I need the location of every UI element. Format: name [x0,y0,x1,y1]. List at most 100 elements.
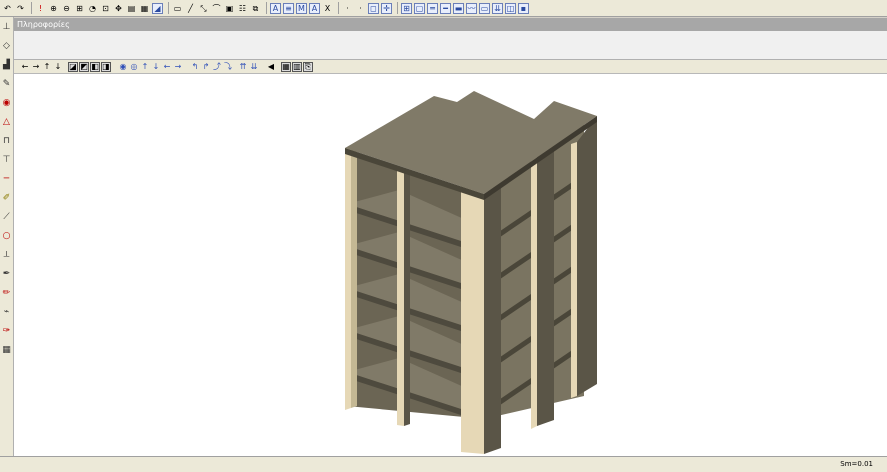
column-left-corner-front [345,146,351,410]
curve-icon[interactable]: 〰 [466,2,477,14]
sort-up-icon[interactable]: ⇈ [238,62,248,72]
column-front-corner-side [484,186,501,454]
column-tool-icon[interactable]: ⊥ [1,19,13,35]
zoom-previous-icon[interactable]: ◔ [87,3,98,14]
toolbar-separator [397,2,398,14]
move-down-icon[interactable]: ↓ [151,62,161,72]
column-front-corner [461,186,484,454]
zoom-window-icon[interactable]: ⊞ [74,3,85,14]
edit-tool-icon[interactable]: ✏ [1,285,13,301]
pencil-tool-icon[interactable]: ✎ [1,76,13,92]
left-toolbar: ⊥ ◇ ▟ ✎ ◉ △ ⊓ ⊤ ─ ✐ ⟋ ○ ⟂ ✒ ✏ ⌁ ✑ ▦ [0,17,14,462]
move-left-icon[interactable]: ← [162,62,172,72]
zoom-out-icon[interactable]: ⊖ [61,3,72,14]
text-x-icon[interactable]: X [322,3,333,14]
table-icon[interactable]: ☷ [237,3,248,14]
line-icon[interactable]: ▭ [172,3,183,14]
chart-tool-icon[interactable]: ▟ [1,57,13,73]
table-tool-icon[interactable]: ▦ [1,342,13,358]
view-front-icon[interactable]: ◪ [68,61,78,72]
pan-icon[interactable]: ✥ [113,3,124,14]
undo-icon[interactable]: ↶ [2,3,13,14]
dimension-icon[interactable]: ⤡ [198,3,209,14]
export-image-icon[interactable]: ⎘ [303,61,313,72]
node-tool-icon[interactable]: ◇ [1,38,13,54]
rotate-orbit-icon[interactable]: ◎ [129,62,139,72]
column-middle-front [397,168,404,426]
arrow-left-icon[interactable]: ← [20,62,30,72]
view-iso-icon[interactable]: ◨ [101,61,111,72]
sort-down-icon[interactable]: ⇊ [249,62,259,72]
palette-tool-icon[interactable]: ◉ [1,95,13,111]
arrow-up-icon[interactable]: ↑ [42,62,52,72]
slab-icon[interactable]: ▬ [453,2,464,14]
render-icon[interactable]: ▦ [281,61,291,72]
footing-tool-icon[interactable]: ⊤ [1,152,13,168]
line-tool-icon[interactable]: ─ [1,171,13,187]
frame-tool-icon[interactable]: ⊓ [1,133,13,149]
pen-tool-icon[interactable]: ✒ [1,266,13,282]
print-icon[interactable]: ▤ [126,3,137,14]
select-icon[interactable]: ◢ [152,2,163,14]
view-side-icon[interactable]: ◩ [79,61,89,72]
snap-icon[interactable]: ◻ [368,2,379,14]
tilt-up-icon[interactable]: ⤴ [212,62,222,72]
dimension-tool-icon[interactable]: ⟂ [1,247,13,263]
column-middle-side [404,168,410,426]
text-m-icon[interactable]: M [296,2,307,14]
grid-view-icon[interactable]: ⊞ [401,2,412,14]
text-a-icon[interactable]: A [270,2,281,14]
grid-icon[interactable]: ✛ [381,2,392,14]
circle-tool-icon[interactable]: ○ [1,228,13,244]
wall-icon[interactable]: ━ [440,2,451,14]
rotate-center-icon[interactable]: ◉ [118,62,128,72]
rotate-left-icon[interactable]: ↰ [190,62,200,72]
top-toolbar: ↶ ↷ ! ⊕ ⊖ ⊞ ◔ ⊡ ✥ ▤ ▦ ◢ ▭ ╱ ⤡ ⌒ ▣ ☷ ⧉ A … [0,0,887,17]
toolbar-separator [266,2,267,14]
toolbar-separator [31,2,32,14]
toolbar-separator [338,2,339,14]
info-panel-body [14,31,887,60]
polyline-icon[interactable]: ╱ [185,3,196,14]
support-icon[interactable]: ◫ [505,2,516,14]
column-right-back-side [577,116,597,396]
view-top-icon[interactable]: ◧ [90,61,100,72]
zoom-extents-icon[interactable]: ⊡ [100,3,111,14]
marker-tool-icon[interactable]: ✑ [1,323,13,339]
column-right-back-front [571,142,577,398]
speaker-icon[interactable]: ◀ [266,62,276,72]
arrow-right-icon[interactable]: → [31,62,41,72]
triangle-tool-icon[interactable]: △ [1,114,13,130]
pipette-tool-icon[interactable]: ⌁ [1,304,13,320]
wireframe-icon[interactable]: ▥ [292,61,302,72]
drawing-canvas[interactable] [14,74,887,456]
section-icon[interactable]: ▭ [479,2,490,14]
measure-tool-icon[interactable]: ⟋ [1,209,13,225]
column-right-middle-side [537,150,554,426]
redo-icon[interactable]: ↷ [15,3,26,14]
dot2-icon[interactable]: · [355,3,366,14]
exclamation-icon[interactable]: ! [35,3,46,14]
tilt-down-icon[interactable]: ⤵ [223,62,233,72]
rotate-right-icon[interactable]: ↱ [201,62,211,72]
text-a2-icon[interactable]: A [309,2,320,14]
copy-icon[interactable]: ⧉ [250,3,261,14]
dot-icon[interactable]: · [342,3,353,14]
beam-icon[interactable]: ═ [427,2,438,14]
arrow-down-icon[interactable]: ↓ [53,62,63,72]
move-up-icon[interactable]: ↑ [140,62,150,72]
text-align-icon[interactable]: ≡ [283,2,294,14]
layers-icon[interactable]: ▦ [139,3,150,14]
status-bar: Sm=0.01 [0,456,887,472]
properties-icon[interactable]: ▣ [224,3,235,14]
scale-readout: Sm=0.01 [840,460,873,468]
frame-icon[interactable]: ▢ [414,2,425,14]
load-icon[interactable]: ⇊ [492,2,503,14]
arc-icon[interactable]: ⌒ [211,3,222,14]
zoom-in-icon[interactable]: ⊕ [48,3,59,14]
node-icon[interactable]: ▪ [518,2,529,14]
info-panel-title: Πληροφορίες [14,18,887,31]
brush-tool-icon[interactable]: ✐ [1,190,13,206]
move-right-icon[interactable]: → [173,62,183,72]
column-left-corner-side [351,146,357,408]
